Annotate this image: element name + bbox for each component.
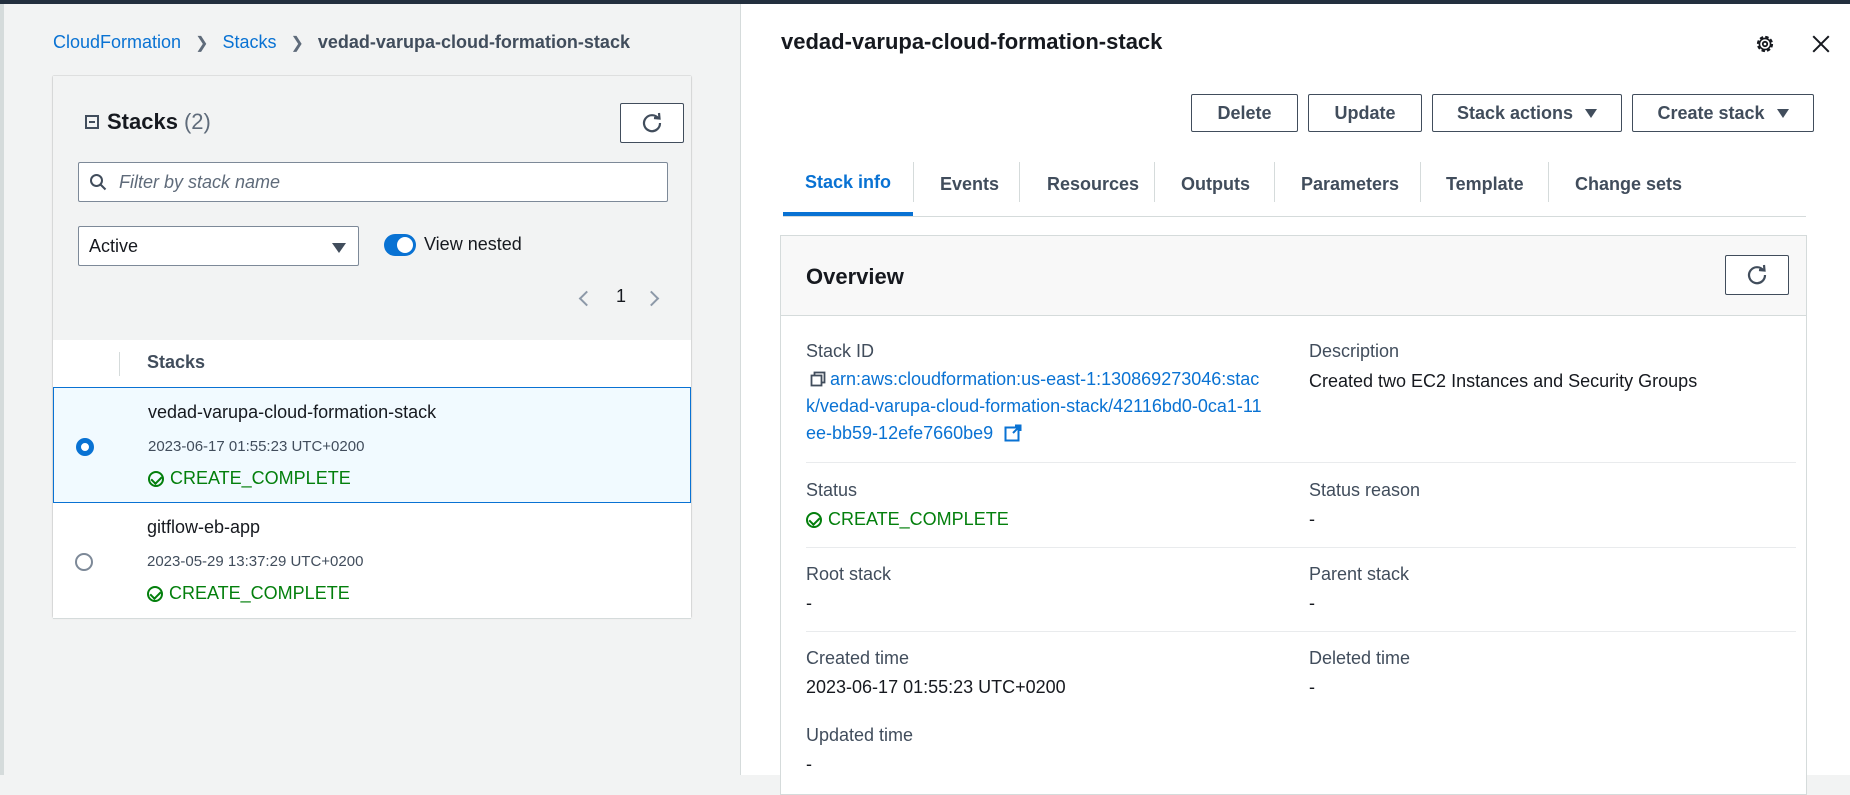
stack-name: gitflow-eb-app xyxy=(147,517,261,537)
refresh-overview-button[interactable] xyxy=(1725,255,1789,295)
check-circle-icon xyxy=(147,585,163,602)
stacks-title: Stacks xyxy=(107,109,178,134)
breadcrumb-current: vedad-varupa-cloud-formation-stack xyxy=(317,32,630,52)
caret-down-icon xyxy=(1585,108,1598,118)
stack-status-text: CREATE_COMPLETE xyxy=(169,583,350,603)
status-filter-value: Active xyxy=(89,236,139,256)
breadcrumb: CloudFormation ❯ Stacks ❯ vedad-varupa-c… xyxy=(53,32,630,53)
parent-stack-value: - xyxy=(1309,593,1315,613)
description-label: Description xyxy=(1309,341,1400,361)
breadcrumb-chevron-icon: ❯ xyxy=(290,34,304,52)
status-value: CREATE_COMPLETE xyxy=(806,509,1009,530)
stack-search-input[interactable] xyxy=(117,171,651,194)
stack-detail-title: vedad-varupa-cloud-formation-stack xyxy=(781,29,1163,54)
status-filter-select[interactable]: Active xyxy=(78,226,359,266)
refresh-stacks-button[interactable] xyxy=(620,103,684,143)
stack-name: vedad-varupa-cloud-formation-stack xyxy=(148,402,437,422)
view-nested-toggle[interactable] xyxy=(384,234,416,256)
stack-actions-label: Stack actions xyxy=(1456,102,1574,123)
tab-resources[interactable]: Resources xyxy=(1047,152,1139,216)
external-link-icon[interactable] xyxy=(1004,424,1022,442)
stack-id-arn[interactable]: arn:aws:cloudformation:us-east-1:1308692… xyxy=(806,369,1262,443)
tab-divider xyxy=(1154,162,1155,202)
stacks-table-header: Stacks xyxy=(53,340,691,388)
create-stack-button[interactable]: Create stack xyxy=(1632,94,1814,132)
breadcrumb-cloudformation[interactable]: CloudFormation xyxy=(53,32,181,53)
refresh-icon xyxy=(1747,264,1767,285)
tab-parameters[interactable]: Parameters xyxy=(1301,152,1399,216)
updated-time-label: Updated time xyxy=(806,725,914,745)
breadcrumb-chevron-icon: ❯ xyxy=(195,34,209,52)
stacks-panel-header: Stacks (2) xyxy=(53,76,691,341)
caret-down-icon xyxy=(1776,108,1789,118)
tab-template[interactable]: Template xyxy=(1446,152,1524,216)
stack-status: CREATE_COMPLETE xyxy=(148,468,351,489)
deleted-time-label: Deleted time xyxy=(1309,648,1411,668)
create-stack-label: Create stack xyxy=(1657,102,1765,123)
status-value-text: CREATE_COMPLETE xyxy=(828,509,1009,529)
description-value: Created two EC2 Instances and Security G… xyxy=(1309,371,1698,391)
stack-id-value[interactable]: arn:aws:cloudformation:us-east-1:1308692… xyxy=(806,366,1266,447)
stack-status-text: CREATE_COMPLETE xyxy=(170,468,351,488)
deleted-time-value: - xyxy=(1309,677,1315,697)
check-circle-icon xyxy=(148,470,164,487)
copy-icon[interactable] xyxy=(810,371,826,387)
tab-divider xyxy=(1019,162,1020,202)
column-divider xyxy=(119,352,120,376)
stacks-count: (2) xyxy=(183,109,211,134)
update-button[interactable]: Update xyxy=(1308,94,1422,132)
detail-tabs: Stack info Events Resources Outputs Para… xyxy=(783,152,1806,217)
stack-detail-pane: vedad-varupa-cloud-formation-stack Delet… xyxy=(741,4,1850,795)
stacks-list-pane: CloudFormation ❯ Stacks ❯ vedad-varupa-c… xyxy=(4,4,740,775)
tab-outputs[interactable]: Outputs xyxy=(1181,152,1250,216)
divider xyxy=(806,462,1796,463)
status-reason-value: - xyxy=(1309,509,1315,529)
divider xyxy=(806,547,1796,548)
table-row[interactable]: vedad-varupa-cloud-formation-stack 2023-… xyxy=(53,387,691,503)
stack-created-date: 2023-05-29 13:37:29 UTC+0200 xyxy=(147,553,364,570)
status-reason-label: Status reason xyxy=(1309,480,1421,500)
created-time-value: 2023-06-17 01:55:23 UTC+0200 xyxy=(806,677,1066,697)
divider xyxy=(806,631,1796,632)
table-row[interactable]: gitflow-eb-app 2023-05-29 13:37:29 UTC+0… xyxy=(53,503,691,619)
stacks-column-header[interactable]: Stacks xyxy=(147,352,205,373)
overview-title: Overview xyxy=(806,264,904,289)
close-icon[interactable] xyxy=(1810,33,1832,55)
overview-container: Overview Stack ID arn:aws:cloudformation… xyxy=(780,235,1807,795)
status-label: Status xyxy=(806,480,858,500)
tab-events[interactable]: Events xyxy=(940,152,999,216)
page-number[interactable]: 1 xyxy=(616,286,626,307)
stacks-panel-title: Stacks (2) xyxy=(85,109,211,135)
stack-id-label: Stack ID xyxy=(806,341,875,361)
collapse-icon[interactable] xyxy=(85,115,99,129)
root-stack-label: Root stack xyxy=(806,564,892,584)
stack-actions-button[interactable]: Stack actions xyxy=(1432,94,1622,132)
toggle-knob xyxy=(397,237,413,253)
check-circle-icon xyxy=(806,511,822,528)
tab-divider xyxy=(913,162,914,202)
parent-stack-label: Parent stack xyxy=(1309,564,1410,584)
delete-button[interactable]: Delete xyxy=(1191,94,1298,132)
stack-status: CREATE_COMPLETE xyxy=(147,583,350,604)
root-stack-value: - xyxy=(806,593,812,613)
view-nested-label: View nested xyxy=(424,234,522,254)
caret-down-icon xyxy=(332,243,346,253)
tab-change-sets[interactable]: Change sets xyxy=(1575,152,1682,216)
tab-divider xyxy=(1548,162,1549,202)
updated-time-value: - xyxy=(806,754,812,774)
row-radio[interactable] xyxy=(75,553,93,571)
row-radio-selected[interactable] xyxy=(76,438,94,456)
created-time-label: Created time xyxy=(806,648,910,668)
tab-stack-info[interactable]: Stack info xyxy=(783,152,913,216)
stack-created-date: 2023-06-17 01:55:23 UTC+0200 xyxy=(148,438,365,455)
tab-divider xyxy=(1420,162,1421,202)
refresh-icon xyxy=(642,112,662,133)
overview-header: Overview xyxy=(781,236,1806,316)
settings-icon[interactable] xyxy=(1754,33,1776,55)
search-icon xyxy=(90,174,107,191)
breadcrumb-stacks[interactable]: Stacks xyxy=(222,32,276,53)
tab-divider xyxy=(1274,162,1275,202)
stack-search-field[interactable] xyxy=(78,162,668,202)
